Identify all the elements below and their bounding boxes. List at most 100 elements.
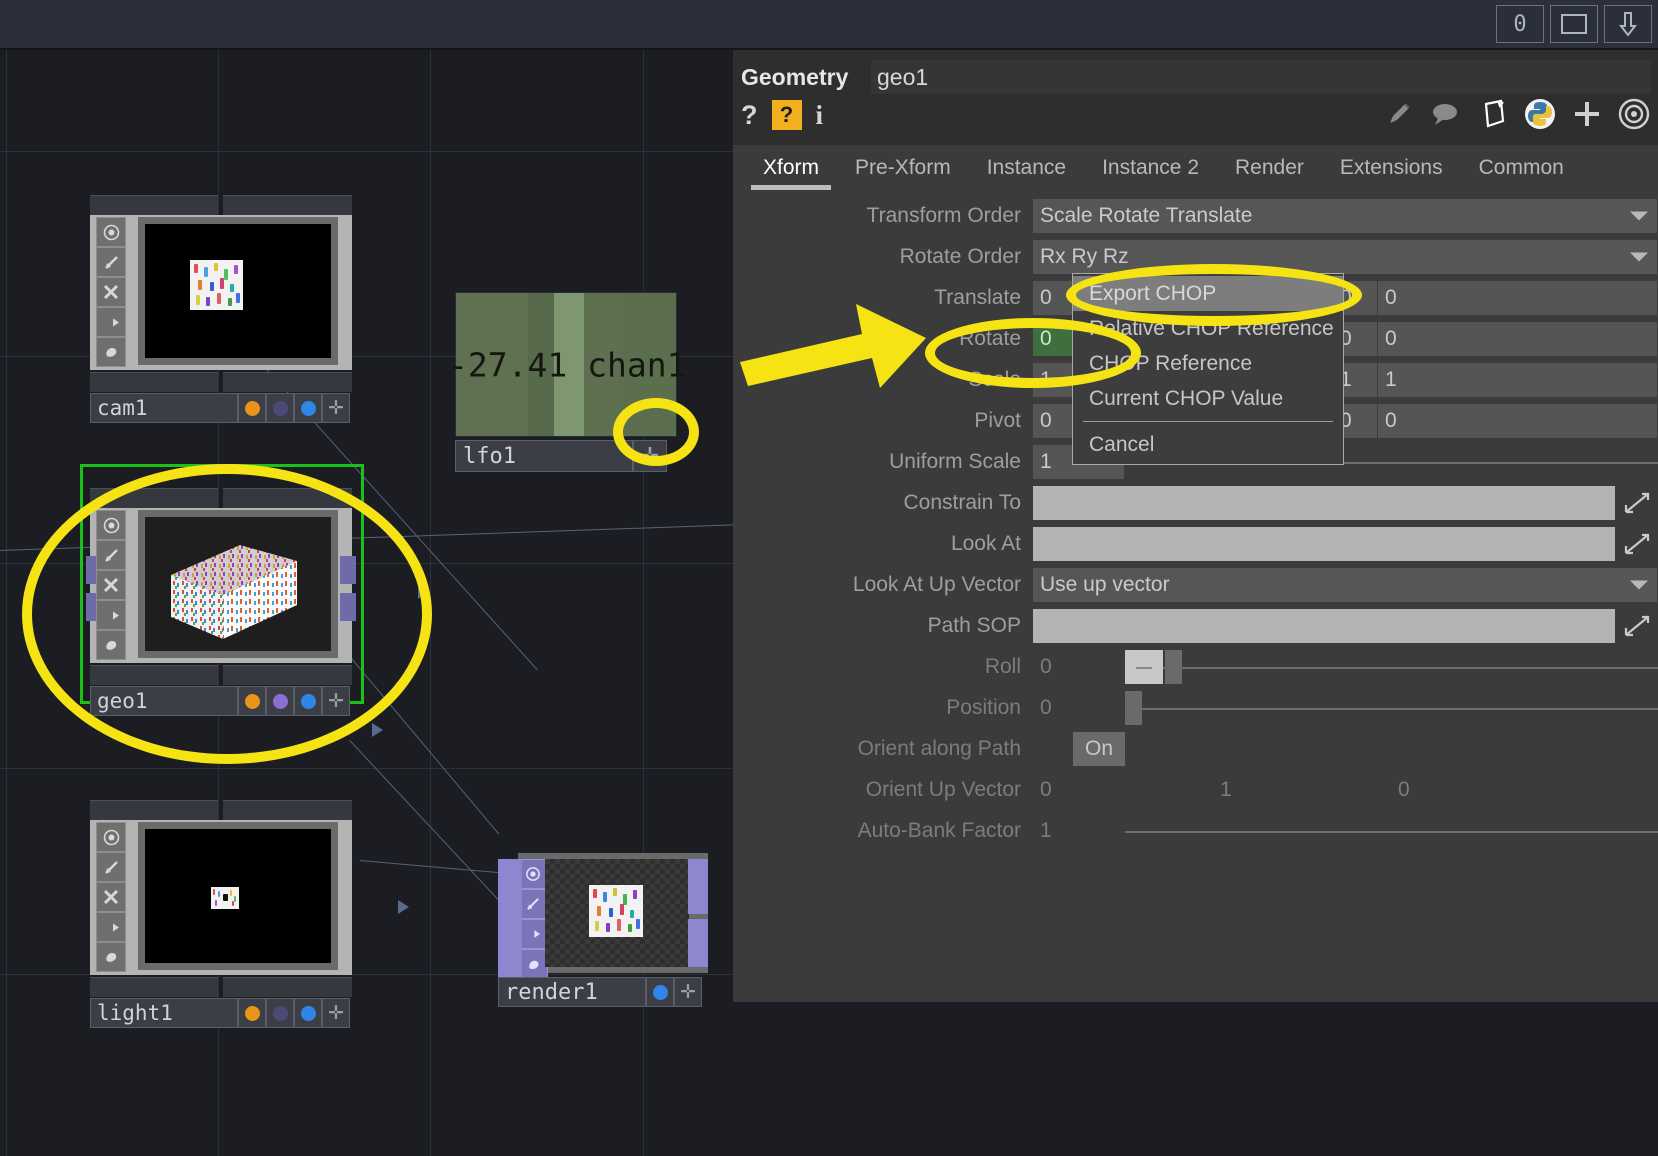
- render-flag-icon[interactable]: [518, 949, 548, 979]
- node-output-connector[interactable]: [340, 593, 356, 621]
- node-chip-blue[interactable]: [294, 686, 322, 716]
- menu-item-cancel[interactable]: Cancel: [1073, 427, 1343, 462]
- node-chip-orange[interactable]: [238, 686, 266, 716]
- render-flag-icon[interactable]: [96, 942, 126, 972]
- node-label-geo1[interactable]: geo1: [90, 686, 238, 716]
- viewer-flag-icon[interactable]: [518, 859, 548, 889]
- node-flag-strip[interactable]: [96, 510, 126, 660]
- node-chip-plus[interactable]: ✛: [322, 686, 350, 716]
- roll-slider-handle-secondary[interactable]: [1165, 650, 1182, 684]
- display-flag-icon[interactable]: [518, 919, 548, 949]
- param-row-orient-along-path[interactable]: Orient along Path On: [733, 728, 1658, 769]
- node-lfo1[interactable]: -27.41 chan1 lfo1 ✛: [455, 292, 677, 497]
- bypass-flag-icon[interactable]: [96, 247, 126, 277]
- bypass-flag-icon[interactable]: [96, 852, 126, 882]
- arrow-down-icon[interactable]: [1604, 5, 1652, 43]
- help-icon[interactable]: ?: [741, 102, 758, 129]
- param-row-look-at-up-vector[interactable]: Look At Up Vector Use up vector: [733, 564, 1658, 605]
- param-row-look-at[interactable]: Look At: [733, 523, 1658, 564]
- node-label-light1[interactable]: light1: [90, 998, 238, 1028]
- frame-counter-field[interactable]: 0: [1496, 5, 1544, 43]
- param-row-constrain-to[interactable]: Constrain To: [733, 482, 1658, 523]
- pencil-icon[interactable]: [1384, 99, 1414, 129]
- param-orient-up-x[interactable]: 0: [1033, 773, 1213, 807]
- node-cam1[interactable]: cam1 ✛: [90, 195, 352, 410]
- node-light1[interactable]: light1 ✛: [90, 800, 352, 1015]
- help-highlight-icon[interactable]: ?: [772, 100, 802, 130]
- param-row-transform-order[interactable]: Transform Order Scale Rotate Translate: [733, 195, 1658, 236]
- auto-bank-slider[interactable]: [1125, 814, 1658, 848]
- node-chip-export-handle[interactable]: ✛: [633, 440, 667, 472]
- tab-instance-2[interactable]: Instance 2: [1084, 145, 1217, 190]
- param-row-roll[interactable]: Roll 0: [733, 646, 1658, 687]
- tab-extensions[interactable]: Extensions: [1322, 145, 1461, 190]
- comment-icon[interactable]: [1430, 99, 1462, 129]
- param-row-orient-up-vector[interactable]: Orient Up Vector 0 1 0: [733, 769, 1658, 810]
- param-toggle-orient-along-path[interactable]: On: [1073, 732, 1125, 766]
- chevron-down-icon[interactable]: [1630, 211, 1648, 220]
- node-output-connector[interactable]: [688, 919, 708, 967]
- node-chip-blue[interactable]: [646, 977, 674, 1007]
- param-rotate-z[interactable]: 0: [1378, 322, 1658, 356]
- chop-binding-context-menu[interactable]: Export CHOP Relative CHOP Reference CHOP…: [1072, 273, 1344, 465]
- clone-flag-icon[interactable]: [96, 882, 126, 912]
- node-chip-orange[interactable]: [238, 998, 266, 1028]
- node-label-render1[interactable]: render1: [498, 977, 646, 1007]
- node-output-connector[interactable]: [340, 556, 356, 584]
- node-chip-blue[interactable]: [294, 998, 322, 1028]
- parameter-panel[interactable]: Geometry geo1 ? ? i: [733, 50, 1658, 1002]
- expression-toggle-icon[interactable]: [1622, 613, 1652, 639]
- node-chip-purple[interactable]: [266, 393, 294, 423]
- node-chip-blue[interactable]: [294, 393, 322, 423]
- menu-item-current-chop-value[interactable]: Current CHOP Value: [1073, 381, 1343, 416]
- panel-header-left-icons[interactable]: ? ? i: [741, 100, 823, 130]
- network-editor[interactable]: cam1 ✛: [0, 50, 733, 1156]
- node-chip-plus[interactable]: ✛: [322, 393, 350, 423]
- bypass-flag-icon[interactable]: [518, 889, 548, 919]
- menu-item-export-chop[interactable]: Export CHOP: [1073, 276, 1343, 311]
- param-value-constrain-to[interactable]: [1033, 486, 1616, 520]
- param-auto-bank-value[interactable]: 1: [1033, 814, 1125, 848]
- param-value-look-at-up-vector[interactable]: Use up vector: [1033, 568, 1658, 602]
- param-pivot-z[interactable]: 0: [1378, 404, 1658, 438]
- param-row-auto-bank-factor[interactable]: Auto-Bank Factor 1: [733, 810, 1658, 851]
- tab-xform[interactable]: Xform: [745, 145, 837, 190]
- expression-toggle-icon[interactable]: [1622, 531, 1652, 557]
- display-flag-icon[interactable]: [96, 912, 126, 942]
- tab-common[interactable]: Common: [1461, 145, 1582, 190]
- param-row-path-sop[interactable]: Path SOP: [733, 605, 1658, 646]
- param-scale-z[interactable]: 1: [1378, 363, 1658, 397]
- node-geo1[interactable]: geo1 ✛: [90, 488, 352, 703]
- param-position-value[interactable]: 0: [1033, 691, 1125, 725]
- param-translate-z[interactable]: 0: [1378, 281, 1658, 315]
- roll-slider[interactable]: [1125, 650, 1658, 684]
- display-flag-icon[interactable]: [96, 600, 126, 630]
- node-label-lfo1[interactable]: lfo1: [455, 440, 633, 472]
- param-orient-up-y[interactable]: 1: [1213, 773, 1391, 807]
- expression-toggle-icon[interactable]: [1622, 490, 1652, 516]
- param-value-transform-order[interactable]: Scale Rotate Translate: [1033, 199, 1658, 233]
- plus-icon[interactable]: [1572, 99, 1602, 129]
- param-roll-value[interactable]: 0: [1033, 650, 1125, 684]
- window-restore-icon[interactable]: [1550, 5, 1598, 43]
- chevron-down-icon[interactable]: [1630, 252, 1648, 261]
- param-orient-up-z[interactable]: 0: [1391, 773, 1658, 807]
- node-chip-plus[interactable]: ✛: [674, 977, 702, 1007]
- node-render1[interactable]: render1 ✛: [498, 853, 708, 1023]
- parameter-tabs[interactable]: Xform Pre-Xform Instance Instance 2 Rend…: [733, 145, 1658, 190]
- node-flag-strip[interactable]: [96, 822, 126, 972]
- clone-flag-icon[interactable]: [96, 570, 126, 600]
- param-value-look-at[interactable]: [1033, 527, 1616, 561]
- node-label-cam1[interactable]: cam1: [90, 393, 238, 423]
- node-input-connector[interactable]: [498, 859, 522, 977]
- position-slider[interactable]: [1125, 691, 1658, 725]
- node-flag-strip[interactable]: [518, 859, 548, 979]
- node-flag-strip[interactable]: [96, 217, 126, 367]
- position-slider-handle[interactable]: [1125, 691, 1142, 725]
- bookmark-icon[interactable]: [1478, 98, 1508, 130]
- tab-instance[interactable]: Instance: [969, 145, 1084, 190]
- node-chip-purple[interactable]: [266, 998, 294, 1028]
- display-flag-icon[interactable]: [96, 307, 126, 337]
- node-chip-orange[interactable]: [238, 393, 266, 423]
- render-flag-icon[interactable]: [96, 337, 126, 367]
